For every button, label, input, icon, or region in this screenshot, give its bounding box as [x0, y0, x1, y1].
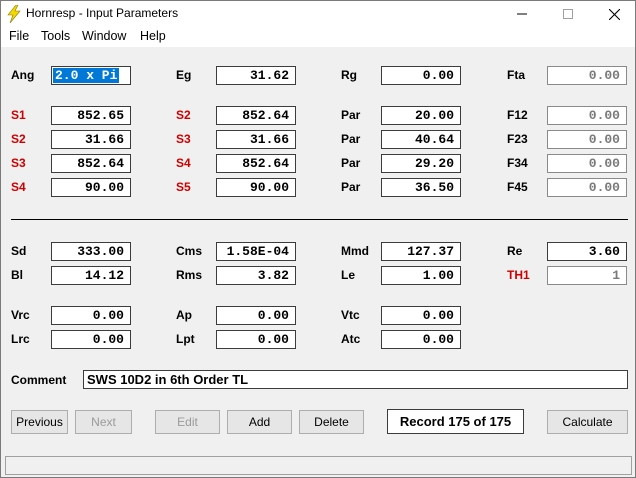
re-field[interactable]: 3.60 — [547, 242, 627, 261]
vrc-field[interactable]: 0.00 — [51, 306, 131, 325]
menu-window[interactable]: Window — [82, 29, 126, 43]
s5-label: S5 — [176, 180, 191, 194]
comment-label: Comment — [11, 373, 67, 387]
par1-label: Par — [341, 108, 361, 122]
le-field[interactable]: 1.00 — [381, 266, 461, 285]
f12-field[interactable]: 0.00 — [547, 106, 627, 125]
comment-field[interactable]: SWS 10D2 in 6th Order TL — [83, 370, 628, 389]
window-title: Hornresp - Input Parameters — [26, 6, 179, 20]
s4-field[interactable]: 852.64 — [216, 154, 296, 173]
mmd-field[interactable]: 127.37 — [381, 242, 461, 261]
f34-field[interactable]: 0.00 — [547, 154, 627, 173]
previous-button[interactable]: Previous — [11, 410, 68, 434]
atc-label: Atc — [341, 332, 361, 346]
next-button[interactable]: Next — [75, 410, 132, 434]
fta-label: Fta — [507, 68, 525, 82]
s1-label: S1 — [11, 108, 26, 122]
par3-label: Par — [341, 156, 361, 170]
par1-field[interactable]: 20.00 — [381, 106, 461, 125]
vrc-label: Vrc — [11, 308, 30, 322]
le-label: Le — [341, 268, 356, 282]
par2-label: Par — [341, 132, 361, 146]
hornresp-window: Hornresp - Input Parameters File Tools W… — [0, 0, 636, 478]
calculate-button[interactable]: Calculate — [547, 410, 628, 434]
atc-field[interactable]: 0.00 — [381, 330, 461, 349]
f34-label: F34 — [507, 156, 528, 170]
s4-label: S4 — [176, 156, 191, 170]
th1-field[interactable]: 1 — [547, 266, 627, 285]
ap-field[interactable]: 0.00 — [216, 306, 296, 325]
cms-field[interactable]: 1.58E-04 — [216, 242, 296, 261]
minimize-icon — [517, 13, 527, 15]
rg-label: Rg — [341, 68, 357, 82]
eg-label: Eg — [176, 68, 192, 82]
par2-field[interactable]: 40.64 — [381, 130, 461, 149]
maximize-button[interactable] — [545, 1, 591, 27]
sd-field[interactable]: 333.00 — [51, 242, 131, 261]
vtc-label: Vtc — [341, 308, 360, 322]
par4-field[interactable]: 36.50 — [381, 178, 461, 197]
add-button[interactable]: Add — [227, 410, 292, 434]
par4-label: Par — [341, 180, 361, 194]
edit-button[interactable]: Edit — [155, 410, 220, 434]
s2-row2-field[interactable]: 31.66 — [51, 130, 131, 149]
lrc-field[interactable]: 0.00 — [51, 330, 131, 349]
ap-label: Ap — [176, 308, 192, 322]
s3-label: S3 — [176, 132, 191, 146]
rms-label: Rms — [176, 268, 203, 282]
bl-label: Bl — [11, 268, 23, 282]
par3-field[interactable]: 29.20 — [381, 154, 461, 173]
title-bar[interactable]: Hornresp - Input Parameters — [1, 1, 635, 27]
s3-row3-label: S3 — [11, 156, 26, 170]
ang-value: 2.0 x Pi — [53, 68, 120, 83]
menu-help[interactable]: Help — [140, 29, 166, 43]
mmd-label: Mmd — [341, 244, 369, 258]
s1-field[interactable]: 852.65 — [51, 106, 131, 125]
minimize-button[interactable] — [499, 1, 545, 27]
menu-bar: File Tools Window Help — [1, 27, 635, 47]
eg-field[interactable]: 31.62 — [216, 66, 296, 85]
vtc-field[interactable]: 0.00 — [381, 306, 461, 325]
maximize-icon — [563, 9, 573, 19]
f12-label: F12 — [507, 108, 528, 122]
status-bar — [5, 456, 632, 475]
record-indicator: Record 175 of 175 — [387, 409, 524, 434]
s3-field[interactable]: 31.66 — [216, 130, 296, 149]
ang-label: Ang — [11, 68, 35, 82]
close-button[interactable] — [591, 1, 636, 27]
f45-field[interactable]: 0.00 — [547, 178, 627, 197]
s4-row4-label: S4 — [11, 180, 26, 194]
lightning-bolt-icon — [7, 5, 21, 23]
sd-label: Sd — [11, 244, 27, 258]
cms-label: Cms — [176, 244, 203, 258]
s3-row3-field[interactable]: 852.64 — [51, 154, 131, 173]
delete-button[interactable]: Delete — [299, 410, 364, 434]
s4-row4-field[interactable]: 90.00 — [51, 178, 131, 197]
bl-field[interactable]: 14.12 — [51, 266, 131, 285]
menu-file[interactable]: File — [9, 29, 29, 43]
close-icon — [608, 8, 620, 20]
lpt-field[interactable]: 0.00 — [216, 330, 296, 349]
lrc-label: Lrc — [11, 332, 30, 346]
f45-label: F45 — [507, 180, 528, 194]
fta-field[interactable]: 0.00 — [547, 66, 627, 85]
rms-field[interactable]: 3.82 — [216, 266, 296, 285]
s2-label: S2 — [176, 108, 191, 122]
f23-field[interactable]: 0.00 — [547, 130, 627, 149]
s2-field[interactable]: 852.64 — [216, 106, 296, 125]
s5-field[interactable]: 90.00 — [216, 178, 296, 197]
s2-row2-label: S2 — [11, 132, 26, 146]
section-divider — [11, 219, 628, 220]
menu-tools[interactable]: Tools — [41, 29, 70, 43]
re-label: Re — [507, 244, 523, 258]
lpt-label: Lpt — [176, 332, 195, 346]
th1-label: TH1 — [507, 268, 530, 282]
ang-field[interactable]: 2.0 x Pi — [51, 66, 131, 85]
f23-label: F23 — [507, 132, 528, 146]
rg-field[interactable]: 0.00 — [381, 66, 461, 85]
